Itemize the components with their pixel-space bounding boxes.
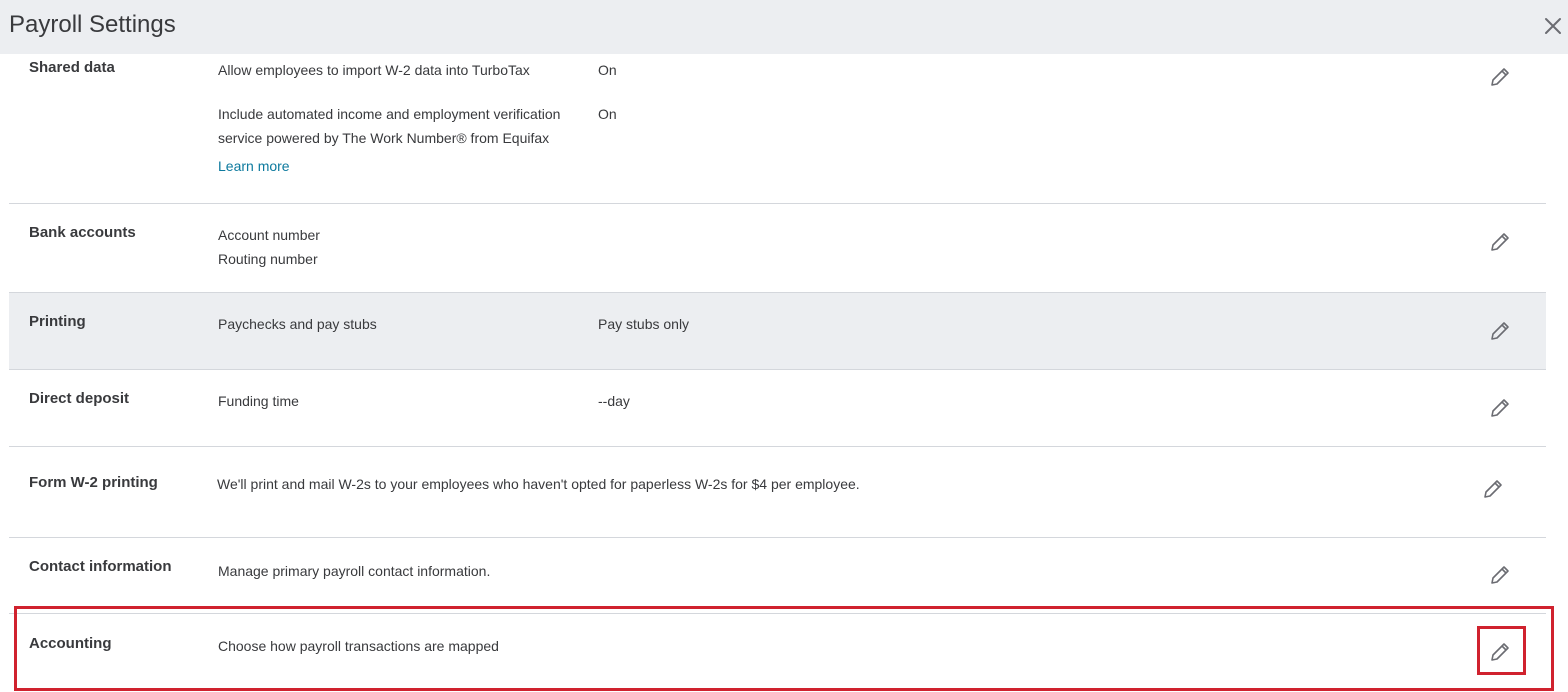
setting-value-paychecks: Pay stubs only [598,316,690,332]
pencil-icon [1491,233,1509,251]
edit-direct-deposit-button[interactable] [1488,396,1512,420]
edit-contact-button[interactable] [1488,563,1512,587]
setting-value-funding-time: --day [598,393,630,409]
setting-label-funding-time: Funding time [218,393,299,409]
section-accounting: Accounting Choose how payroll transactio… [9,614,1546,692]
section-title-accounting: Accounting [29,635,112,652]
section-title-contact: Contact information [29,558,172,575]
setting-text-form-w2: We'll print and mail W-2s to your employ… [217,476,860,492]
pencil-icon [1491,322,1509,340]
learn-more-link[interactable]: Learn more [218,154,290,178]
setting-text-accounting: Choose how payroll transactions are mapp… [218,638,499,654]
highlight-accounting-edit [1477,626,1526,675]
setting-label-verification-line1: Include automated income and employment … [218,106,561,122]
section-bank-accounts: Bank accounts Account number Routing num… [9,204,1546,292]
section-contact-information: Contact information Manage primary payro… [9,538,1546,613]
section-title-direct-deposit: Direct deposit [29,390,130,407]
section-title-printing: Printing [29,313,86,330]
setting-text-contact: Manage primary payroll contact informati… [218,563,491,579]
pencil-icon [1491,566,1509,584]
edit-form-w2-button[interactable] [1481,477,1505,501]
edit-printing-button[interactable] [1488,319,1512,343]
pencil-icon [1491,399,1509,417]
setting-value-verification: On [598,106,617,122]
pencil-icon [1491,68,1509,86]
section-title-form-w2: Form W-2 printing [29,474,158,491]
setting-value-turbotax: On [598,62,617,78]
setting-label-routing-number: Routing number [218,251,318,267]
section-form-w2-printing: Form W-2 printing We'll print and mail W… [9,447,1546,537]
section-title-shared-data: Shared data [29,59,115,76]
setting-label-turbotax: Allow employees to import W-2 data into … [218,62,530,78]
pencil-icon [1484,480,1502,498]
page-title: Payroll Settings [9,11,176,38]
setting-label-paychecks: Paychecks and pay stubs [218,316,377,332]
setting-label-verification-line2: service powered by The Work Number® from… [218,130,550,146]
close-icon[interactable] [1541,14,1565,38]
section-title-bank-accounts: Bank accounts [29,224,136,241]
dialog-header: Payroll Settings [0,0,1568,54]
section-direct-deposit: Direct deposit Funding time --day [9,370,1546,446]
section-shared-data: Shared data Allow employees to import W-… [9,54,1546,203]
edit-bank-accounts-button[interactable] [1488,230,1512,254]
section-printing: Printing Paychecks and pay stubs Pay stu… [9,293,1546,369]
setting-label-account-number: Account number [218,227,320,243]
edit-shared-data-button[interactable] [1488,65,1512,89]
